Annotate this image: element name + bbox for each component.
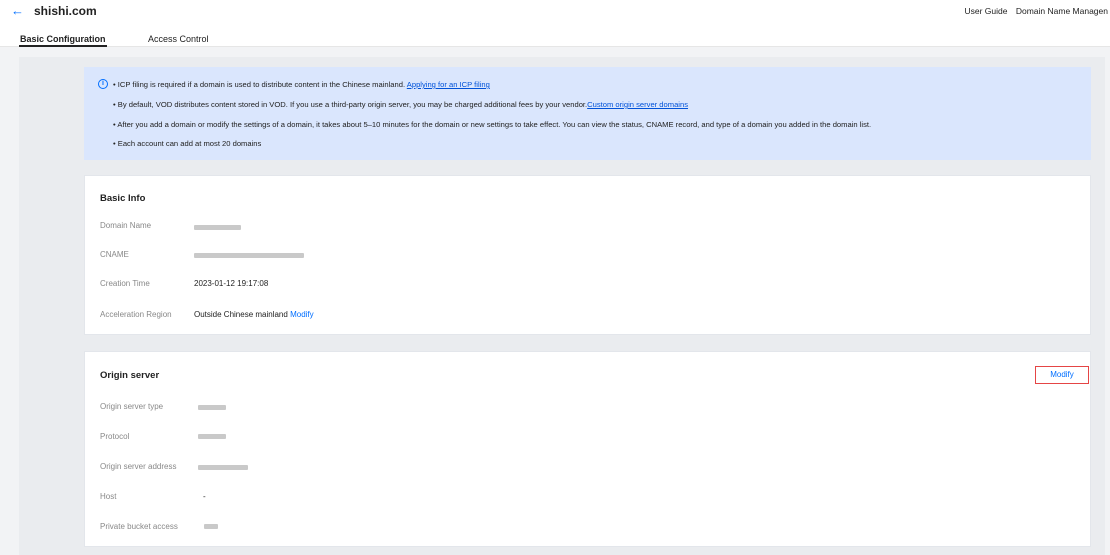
domain-name-label: Domain Name — [100, 221, 152, 230]
custom-origin-link[interactable]: Custom origin server domains — [587, 100, 688, 109]
origin-server-type-label: Origin server type — [100, 402, 164, 411]
modify-origin-button[interactable]: Modify — [1035, 366, 1089, 384]
private-bucket-access-label: Private bucket access — [100, 522, 178, 531]
acceleration-region-value: Outside Chinese mainland Modify — [194, 310, 314, 320]
redacted-value — [198, 434, 226, 439]
info-notice: i • ICP filing is required if a domain i… — [84, 67, 1091, 160]
card-title: Basic Info — [100, 193, 146, 204]
modify-region-link[interactable]: Modify — [290, 310, 314, 319]
redacted-value — [198, 465, 248, 470]
icp-filing-link[interactable]: Applying for an ICP filing — [407, 80, 490, 89]
back-arrow-icon[interactable]: ← — [11, 4, 24, 18]
notice-line-limit: • Each account can add at most 20 domain… — [113, 139, 262, 148]
host-label: Host — [100, 492, 117, 501]
creation-time-value: 2023-01-12 19:17:08 — [194, 279, 269, 288]
tab-access-control[interactable]: Access Control — [148, 33, 209, 45]
protocol-label: Protocol — [100, 432, 130, 441]
notice-line-origin: • By default, VOD distributes content st… — [113, 100, 688, 110]
domain-name-management-link[interactable]: Domain Name Managen — [1016, 6, 1108, 16]
user-guide-link[interactable]: User Guide — [964, 6, 1007, 16]
creation-time-label: Creation Time — [100, 279, 150, 288]
page-title: shishi.com — [34, 4, 97, 18]
redacted-value — [198, 405, 226, 410]
top-bar: ← shishi.com User Guide Domain Name Mana… — [0, 0, 1110, 47]
redacted-value — [204, 524, 218, 529]
acceleration-region-label: Acceleration Region — [100, 310, 172, 319]
redacted-value — [194, 225, 241, 230]
redacted-value — [194, 253, 304, 258]
notice-line-icp: • ICP filing is required if a domain is … — [113, 80, 490, 90]
cname-label: CNAME — [100, 250, 129, 259]
tab-basic-configuration[interactable]: Basic Configuration — [19, 33, 107, 47]
info-icon: i — [98, 79, 108, 89]
card-title: Origin server — [100, 370, 160, 381]
notice-text: • By default, VOD distributes content st… — [113, 100, 588, 109]
origin-server-address-label: Origin server address — [100, 462, 177, 471]
header-links: User Guide Domain Name Managen — [958, 6, 1108, 16]
notice-text: • ICP filing is required if a domain is … — [113, 80, 407, 89]
notice-line-settings: • After you add a domain or modify the s… — [113, 120, 872, 129]
host-value: - — [203, 492, 206, 501]
basic-info-card: Basic Info Domain Name CNAME Creation Ti… — [84, 175, 1091, 335]
region-text: Outside Chinese mainland — [194, 310, 288, 319]
origin-server-card: Origin server Modify Origin server type … — [84, 351, 1091, 547]
